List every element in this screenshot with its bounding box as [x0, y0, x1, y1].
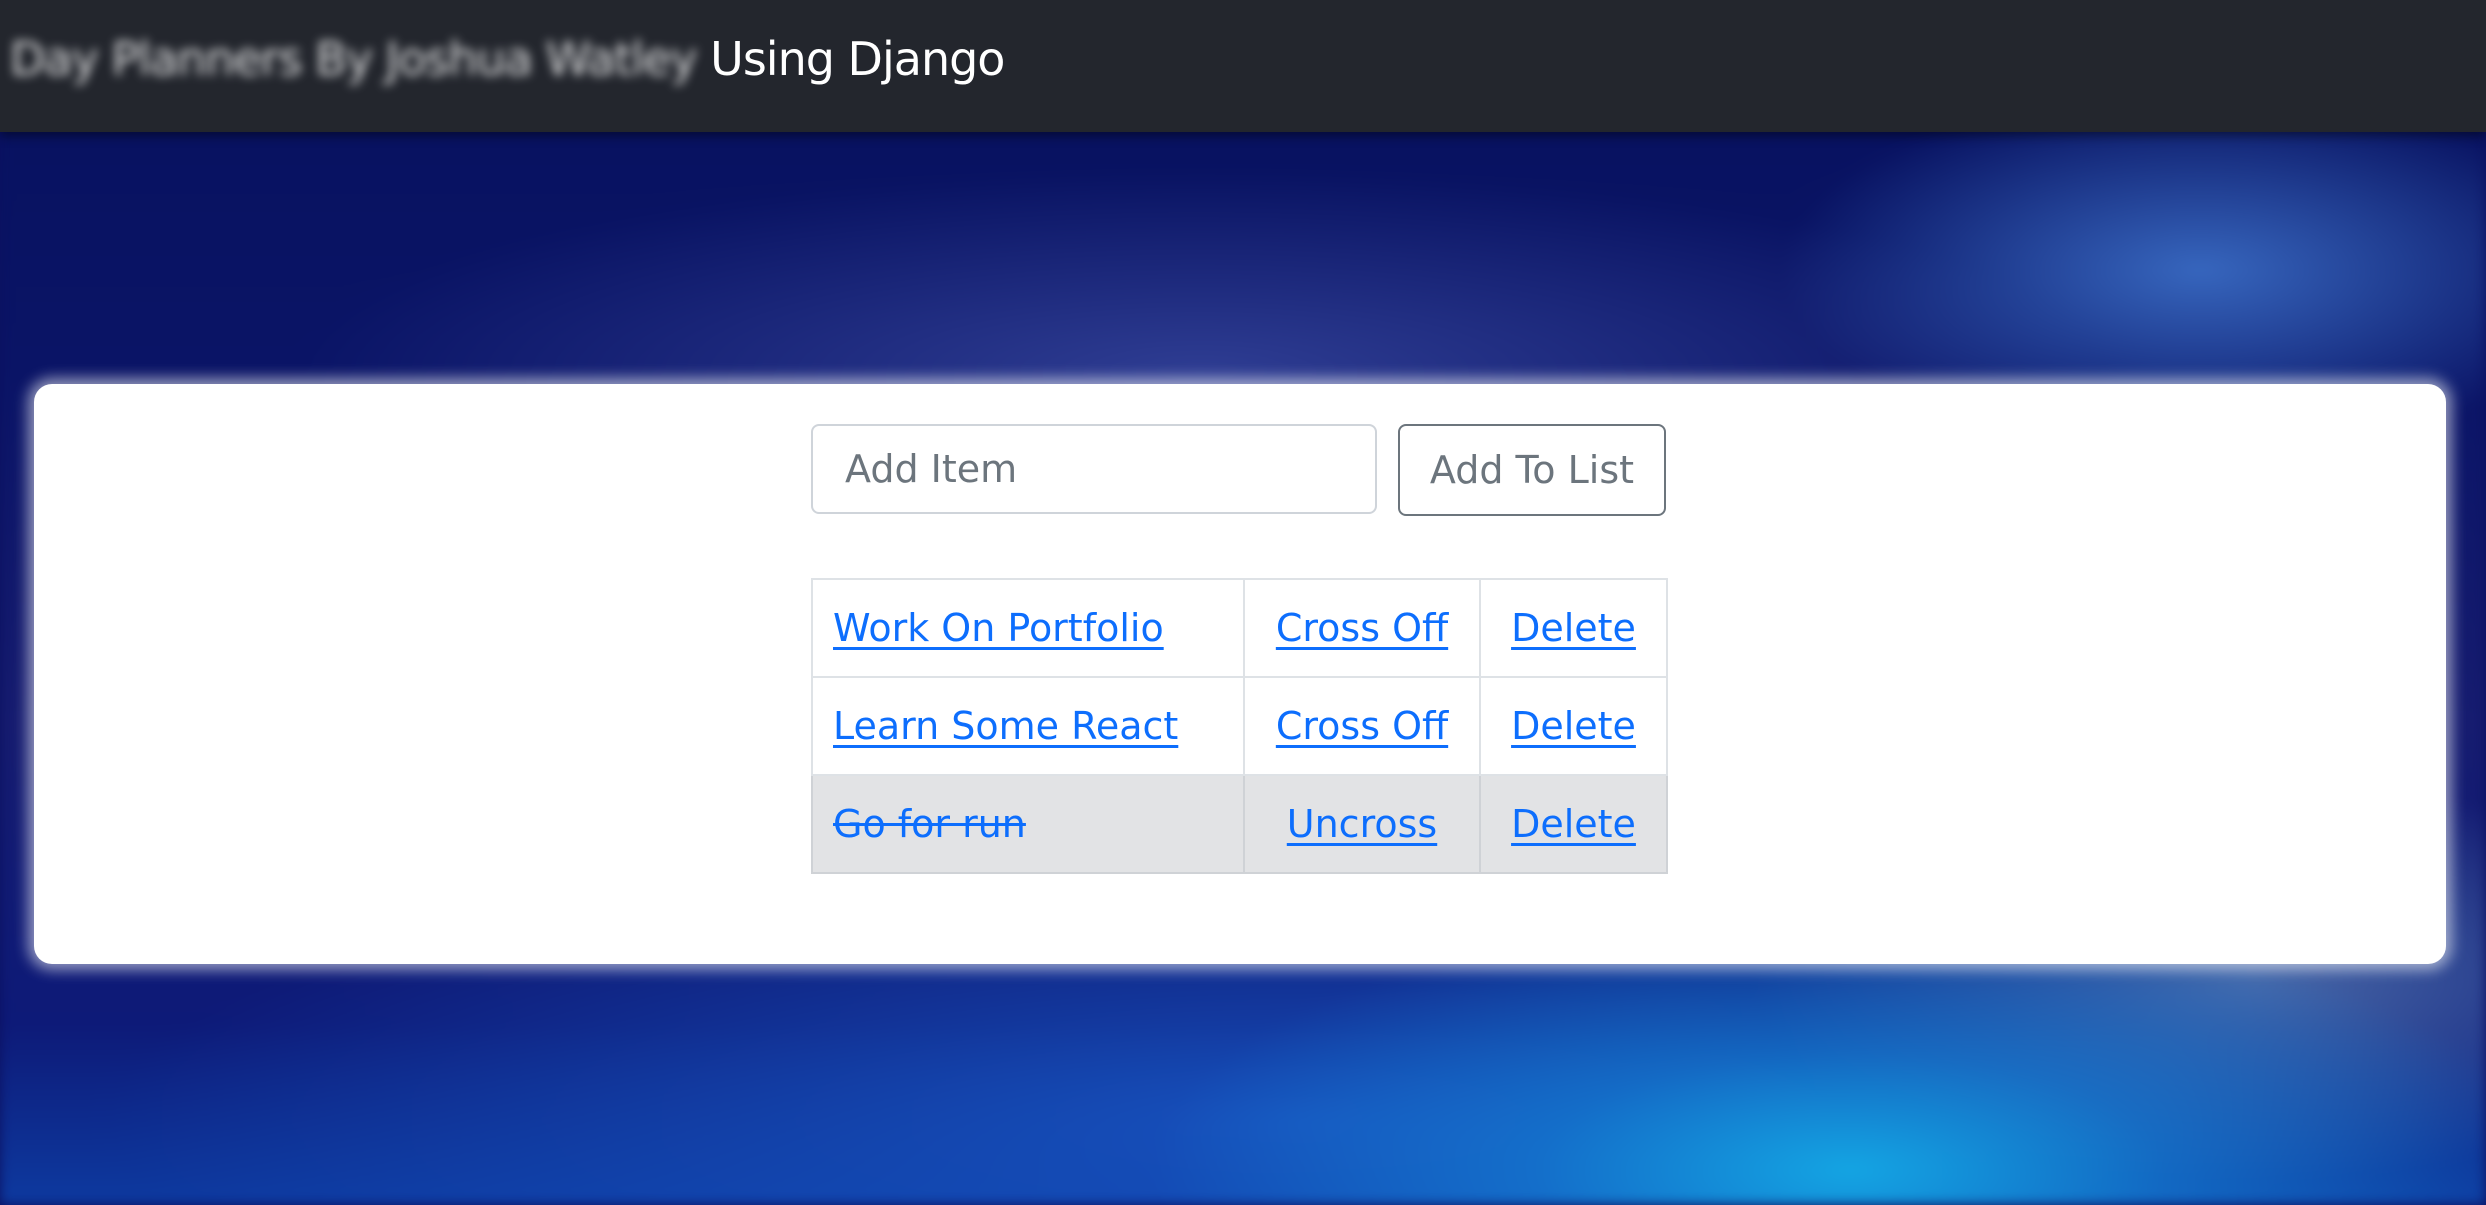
add-item-form: Add To List — [811, 424, 1702, 518]
add-item-input[interactable] — [811, 424, 1377, 514]
delete-cell: Delete — [1479, 774, 1668, 874]
delete-link[interactable]: Delete — [1511, 606, 1636, 650]
delete-cell: Delete — [1479, 676, 1668, 776]
todo-row: Learn Some React Cross Off Delete — [811, 676, 1668, 776]
todo-row-completed: Go for run Uncross Delete — [811, 774, 1668, 874]
cross-cell: Cross Off — [1243, 578, 1481, 678]
cross-cell: Uncross — [1243, 774, 1481, 874]
todo-item-link[interactable]: Learn Some React — [833, 704, 1178, 748]
navbar: Day Planners By Joshua Watley Using Djan… — [0, 0, 2486, 132]
add-to-list-button[interactable]: Add To List — [1398, 424, 1666, 516]
todo-item-cell: Learn Some React — [811, 676, 1245, 776]
cross-cell: Cross Off — [1243, 676, 1481, 776]
navbar-brand-blurred: Day Planners By Joshua Watley — [10, 32, 698, 86]
todo-item-link[interactable]: Work On Portfolio — [833, 606, 1164, 650]
delete-link[interactable]: Delete — [1511, 704, 1636, 748]
uncross-link[interactable]: Uncross — [1287, 802, 1437, 846]
delete-cell: Delete — [1479, 578, 1668, 678]
delete-link[interactable]: Delete — [1511, 802, 1636, 846]
todo-item-cell: Go for run — [811, 774, 1245, 874]
cross-off-link[interactable]: Cross Off — [1276, 606, 1448, 650]
todo-item-link-completed[interactable]: Go for run — [833, 802, 1026, 846]
todo-item-cell: Work On Portfolio — [811, 578, 1245, 678]
todo-card: Add To List Work On Portfolio Cross Off … — [34, 384, 2446, 964]
cross-off-link[interactable]: Cross Off — [1276, 704, 1448, 748]
navbar-brand-text: Using Django — [696, 32, 1005, 86]
navbar-brand[interactable]: Day Planners By Joshua Watley Using Djan… — [10, 32, 1005, 86]
todo-row: Work On Portfolio Cross Off Delete — [811, 578, 1668, 678]
todo-table: Work On Portfolio Cross Off Delete Learn… — [811, 578, 1668, 874]
